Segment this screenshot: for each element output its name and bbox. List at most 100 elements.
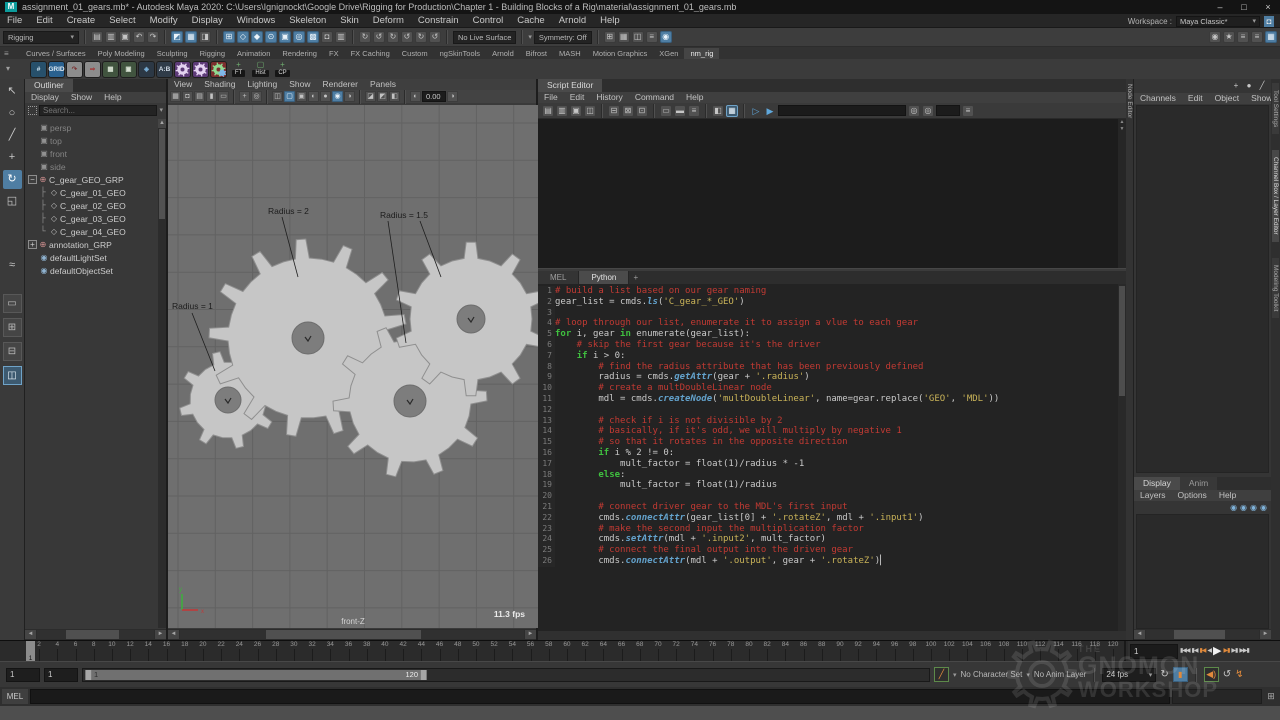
shelf-button-joint-move[interactable]: ↷ [66, 61, 83, 78]
live-surface-field[interactable]: No Live Surface [453, 31, 516, 44]
scroll-thumb[interactable] [159, 129, 165, 219]
menu-item-arnold[interactable]: Arnold [552, 14, 593, 28]
outliner-item-c-gear-01-geo[interactable]: ├◇C_gear_01_GEO [25, 186, 158, 199]
outliner-item-persp[interactable]: ▣persp [25, 121, 158, 134]
se-save-script-icon[interactable]: ▣ [570, 105, 582, 117]
outliner-item-c-gear-02-geo[interactable]: ├◇C_gear_02_GEO [25, 199, 158, 212]
layer-horizontal-scrollbar[interactable]: ◄ ► [1134, 629, 1271, 640]
close-button[interactable]: × [1256, 0, 1280, 14]
attribute-editor-toggle-icon[interactable]: ≡ [1237, 31, 1249, 43]
character-set-selector[interactable]: No Character Set [961, 670, 1023, 679]
outliner-tab[interactable]: Outliner [25, 79, 73, 92]
snap-view-plane-icon[interactable]: ▣ [279, 31, 291, 43]
step-forward-key-button[interactable]: ▶▮ [1230, 643, 1238, 660]
menu-item-display[interactable]: Display [185, 14, 230, 28]
menu-item-view[interactable]: View [168, 79, 198, 90]
history-scrollbar[interactable]: ▲▼ [1118, 119, 1126, 268]
snap-projected-center-icon[interactable]: ⊙ [265, 31, 277, 43]
clamp-playback-button[interactable]: ▮ [1173, 667, 1188, 682]
menu-item-command[interactable]: Command [629, 92, 680, 103]
shelf-menu-icon[interactable]: ≡ [4, 49, 9, 58]
outliner-item-defaultlightset[interactable]: ◉defaultLightSet [25, 251, 158, 264]
outliner-item-defaultobjectset[interactable]: ◉defaultObjectSet [25, 264, 158, 277]
step-back-key-button[interactable]: ▮◀ [1191, 643, 1199, 660]
vp-isolate-select-icon[interactable]: ◪ [365, 91, 376, 102]
animation-preferences-icon[interactable]: ↯ [1235, 669, 1243, 680]
lasso-select-tool[interactable]: ○ [3, 104, 22, 123]
clock-icon[interactable]: ◉ [660, 31, 672, 43]
shelf-tab-fx-caching[interactable]: FX Caching [345, 48, 396, 59]
menu-item-constrain[interactable]: Constrain [411, 14, 466, 28]
menu-item-select[interactable]: Select [102, 14, 142, 28]
vp-shadows-icon[interactable]: ● [320, 91, 331, 102]
film-gate-icon[interactable]: ▦ [618, 31, 630, 43]
se-echo-all-icon[interactable]: ▭ [660, 105, 672, 117]
step-back-frame-button[interactable]: ▮◀ [1198, 643, 1206, 660]
layout-two-pane[interactable]: ⊟ [3, 342, 22, 361]
loop-playback-icon[interactable]: ↻ [1160, 669, 1168, 680]
vp-textured-icon[interactable]: ▣ [296, 91, 307, 102]
open-scene-icon[interactable]: ▥ [105, 31, 117, 43]
menu-item-windows[interactable]: Windows [230, 14, 283, 28]
outliner-item-c-gear-03-geo[interactable]: ├◇C_gear_03_GEO [25, 212, 158, 225]
ipr-render-icon[interactable]: ↺ [429, 31, 441, 43]
menu-item-skin[interactable]: Skin [333, 14, 365, 28]
command-input[interactable] [30, 689, 1170, 704]
layer-tab-anim[interactable]: Anim [1180, 477, 1217, 490]
hyperbolic-spread-icon[interactable]: ╱ [1257, 81, 1267, 91]
grid-toggle-icon[interactable]: ⊞ [604, 31, 616, 43]
se-clear-input-icon[interactable]: ⊠ [622, 105, 634, 117]
menu-item-edit[interactable]: Edit [564, 92, 591, 103]
redo-icon[interactable]: ↷ [147, 31, 159, 43]
menu-item-edit[interactable]: Edit [29, 14, 59, 28]
shelf-tab-poly-modeling[interactable]: Poly Modeling [92, 48, 151, 59]
code-vertical-scrollbar[interactable] [1118, 284, 1126, 631]
menu-item-panels[interactable]: Panels [364, 79, 402, 90]
node-editor-tab[interactable]: Node Editor [1126, 84, 1133, 118]
vp-ambient-occlusion-icon[interactable]: ◉ [332, 91, 343, 102]
scroll-thumb[interactable] [66, 630, 119, 639]
refresh-icon[interactable]: ↺ [1223, 669, 1231, 680]
snap-grid-icon[interactable]: ⊞ [223, 31, 235, 43]
shelf-tab-animation[interactable]: Animation [231, 48, 276, 59]
hypershade-icon[interactable]: ◉ [1209, 31, 1221, 43]
menu-item-channels[interactable]: Channels [1134, 93, 1182, 104]
vp-lock-camera-icon[interactable]: ◘ [182, 91, 193, 102]
se-tooltip-help-icon[interactable]: ▦ [726, 105, 738, 117]
menu-item-options[interactable]: Options [1172, 490, 1213, 501]
outliner-horizontal-scrollbar[interactable]: ◄ ► [25, 629, 166, 640]
outliner-item-top[interactable]: ▣top [25, 134, 158, 147]
vp-bookmark-icon[interactable]: ▮ [206, 91, 217, 102]
expand-toggle[interactable]: + [28, 240, 37, 249]
se-search-down-icon[interactable]: ◎ [908, 105, 920, 117]
shelf-button-joint-mirror[interactable]: ⇒ [84, 61, 101, 78]
workspace-selector[interactable]: Maya Classic* ▾ [1176, 16, 1260, 27]
select-component-icon[interactable]: ◨ [199, 31, 211, 43]
shelf-button-gear-tool-2[interactable] [192, 61, 209, 78]
vp-exposure-field[interactable]: 0.00 [422, 91, 446, 102]
save-scene-icon[interactable]: ▣ [119, 31, 131, 43]
vp-exposure-icon[interactable]: ◐ [410, 91, 421, 102]
shelf-button-cp[interactable]: +CP [272, 60, 293, 78]
outliner-item-c-gear-geo-grp[interactable]: −⊕C_gear_GEO_GRP [25, 173, 158, 186]
range-slider-bar[interactable]: 1 120 [85, 670, 427, 680]
maximize-button[interactable]: □ [1232, 0, 1256, 14]
tool-settings-toggle-icon[interactable]: ≡ [1251, 31, 1263, 43]
outliner-item-front[interactable]: ▣front [25, 147, 158, 160]
menu-item-renderer[interactable]: Renderer [317, 79, 364, 90]
menu-item-control[interactable]: Control [466, 14, 511, 28]
menu-item-lighting[interactable]: Lighting [241, 79, 283, 90]
scroll-right-icon[interactable]: ► [155, 630, 166, 639]
scroll-down-icon[interactable]: ▼ [1120, 126, 1125, 132]
menu-item-history[interactable]: History [590, 92, 628, 103]
se-line-numbers-icon[interactable]: ≡ [688, 105, 700, 117]
scroll-track[interactable] [1146, 630, 1259, 639]
expand-toggle[interactable]: − [28, 175, 37, 184]
outliner-toggle-icon[interactable]: ≡ [646, 31, 658, 43]
scroll-thumb[interactable] [1174, 630, 1225, 639]
scroll-right-icon[interactable]: ► [1260, 630, 1271, 639]
shelf-tab-curves-surfaces[interactable]: Curves / Surfaces [20, 48, 92, 59]
node-editor-strip[interactable]: Node Editor [1126, 79, 1134, 640]
se-search-field[interactable] [778, 105, 906, 116]
menu-item-object[interactable]: Object [1209, 93, 1246, 104]
